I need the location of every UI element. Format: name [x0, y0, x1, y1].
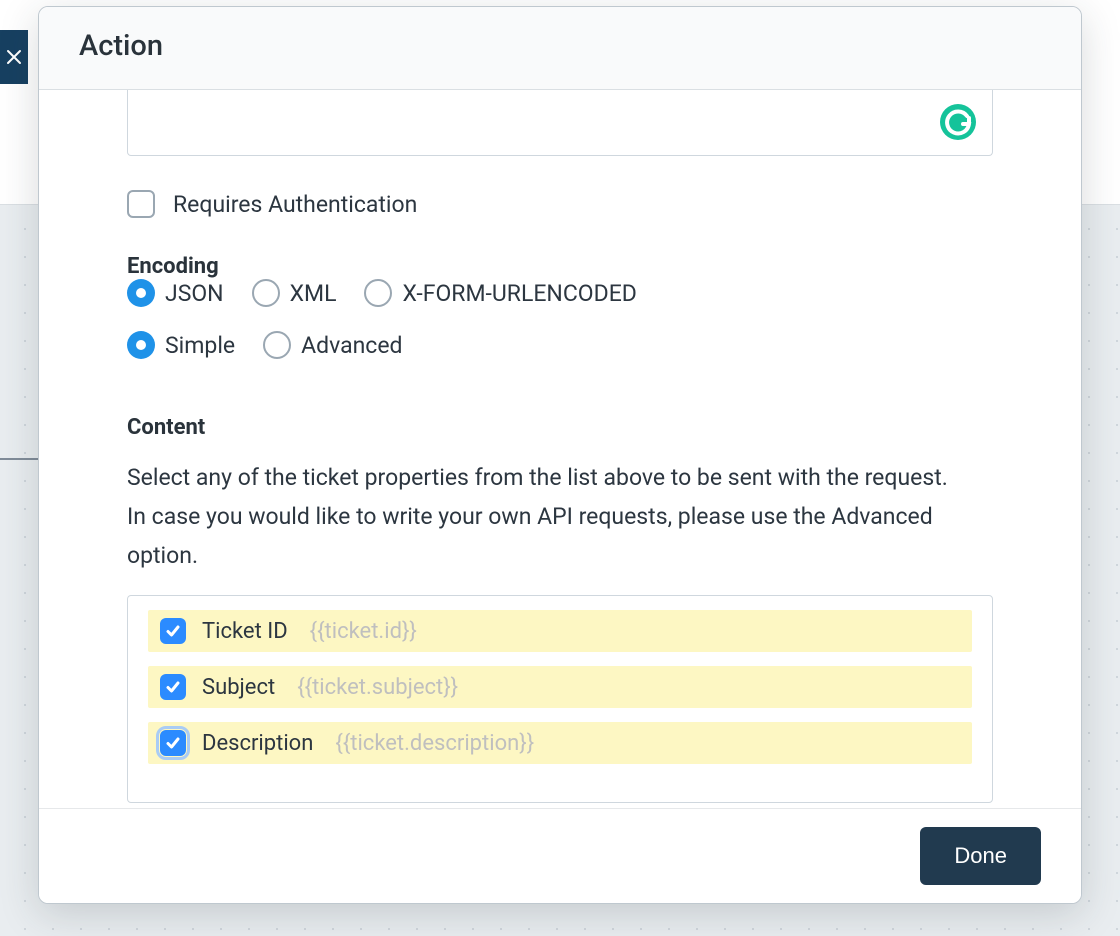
radio-icon — [127, 279, 155, 307]
content-item-name: Ticket ID — [202, 619, 288, 644]
radio-icon — [263, 331, 291, 359]
encoding-simple[interactable]: Simple — [127, 331, 235, 359]
content-checkbox[interactable] — [160, 730, 186, 756]
radio-icon — [127, 331, 155, 359]
radio-icon — [252, 279, 280, 307]
grammarly-icon[interactable] — [940, 104, 976, 140]
content-checkbox[interactable] — [160, 674, 186, 700]
close-icon — [5, 48, 23, 66]
requires-auth-row: Requires Authentication — [127, 190, 993, 218]
connector-line — [0, 458, 38, 460]
content-item-token: {{ticket.subject}} — [297, 675, 458, 700]
requires-auth-checkbox[interactable] — [127, 190, 155, 218]
radio-label: X-FORM-URLENCODED — [402, 280, 636, 307]
content-title: Content — [127, 415, 993, 440]
radio-label: JSON — [165, 280, 224, 307]
encoding-mode-row: Simple Advanced — [127, 331, 993, 359]
modal-body: Requires Authentication Encoding JSON XM… — [39, 90, 1081, 808]
encoding-title: Encoding — [127, 254, 993, 279]
content-item-token: {{ticket.description}} — [335, 731, 534, 756]
encoding-format-row: JSON XML X-FORM-URLENCODED — [127, 279, 993, 307]
modal-header: Action — [39, 7, 1081, 90]
content-item-name: Subject — [202, 675, 275, 700]
side-close-tab[interactable] — [0, 30, 28, 84]
content-item-name: Description — [202, 731, 313, 756]
text-input-area[interactable] — [127, 90, 993, 156]
encoding-json[interactable]: JSON — [127, 279, 224, 307]
content-item-token: {{ticket.id}} — [310, 619, 417, 644]
content-properties-list: Ticket ID {{ticket.id}} Subject {{ticket… — [127, 595, 993, 803]
radio-icon — [364, 279, 392, 307]
modal-footer: Done — [39, 808, 1081, 903]
encoding-xml[interactable]: XML — [252, 279, 337, 307]
encoding-xform[interactable]: X-FORM-URLENCODED — [364, 279, 636, 307]
radio-label: Simple — [165, 332, 235, 359]
content-item-subject: Subject {{ticket.subject}} — [148, 666, 972, 708]
radio-label: XML — [290, 280, 337, 307]
content-help: Select any of the ticket properties from… — [127, 458, 967, 575]
requires-auth-label: Requires Authentication — [173, 191, 417, 218]
done-button[interactable]: Done — [920, 827, 1041, 885]
encoding-advanced[interactable]: Advanced — [263, 331, 402, 359]
action-modal: Action Requires Authentication Encoding … — [38, 6, 1082, 904]
radio-label: Advanced — [301, 332, 402, 359]
content-item-description: Description {{ticket.description}} — [148, 722, 972, 764]
content-checkbox[interactable] — [160, 618, 186, 644]
modal-title: Action — [79, 29, 163, 63]
content-item-ticket-id: Ticket ID {{ticket.id}} — [148, 610, 972, 652]
